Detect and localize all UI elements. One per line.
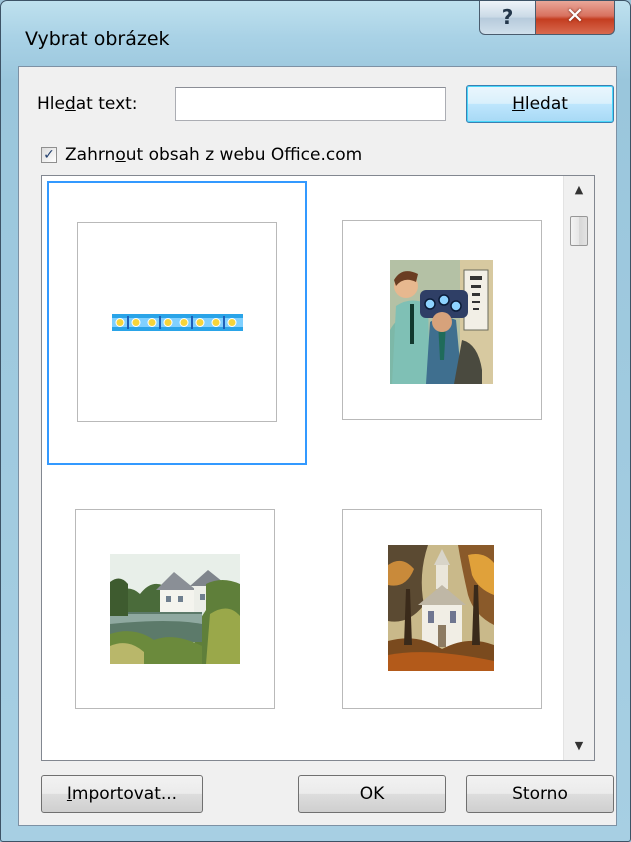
search-label: Hledat text: (37, 94, 138, 114)
gallery-item[interactable] (47, 181, 307, 465)
search-input[interactable] (175, 87, 446, 121)
clipart-gallery: ▲ ▼ (41, 175, 595, 761)
flower-border-clipart-icon (112, 314, 243, 331)
gallery-item[interactable] (47, 470, 307, 754)
import-button[interactable]: Importovat... (41, 775, 203, 813)
gallery-item-frame (75, 509, 275, 709)
scrollbar-thumb[interactable] (570, 216, 588, 246)
lake-house-clipart-icon (110, 554, 240, 664)
eye-exam-clipart-icon (390, 260, 493, 384)
gallery-item[interactable] (313, 181, 573, 465)
include-online-option[interactable]: ✓ Zahrnout obsah z webu Office.com (41, 143, 362, 167)
search-button[interactable]: Hledat (466, 85, 614, 123)
scroll-up-icon[interactable]: ▲ (564, 178, 594, 202)
gallery-item[interactable] (313, 470, 573, 754)
help-button[interactable]: ? (479, 1, 536, 35)
close-button[interactable]: ✕ (535, 1, 615, 35)
search-button-accelerator: H (512, 94, 525, 114)
question-mark-icon: ? (501, 4, 514, 29)
gallery-item-frame (77, 222, 277, 422)
dialog-client-area: Hledat text: Hledat ✓ Zahrnout obsah z w… (18, 66, 617, 826)
dialog-window: Vybrat obrázek ? ✕ Hledat text: Hledat ✓… (0, 0, 631, 842)
import-button-label: mportovat... (71, 784, 178, 804)
search-button-label: ledat (524, 94, 568, 114)
gallery-item-frame (342, 220, 542, 420)
search-label-accelerator: d (64, 94, 76, 114)
church-autumn-clipart-icon (388, 545, 494, 671)
include-online-label: Zahrnout obsah z webu Office.com (65, 145, 363, 165)
scroll-down-icon[interactable]: ▼ (564, 734, 594, 758)
checkmark-icon: ✓ (43, 147, 55, 163)
close-icon: ✕ (565, 4, 585, 29)
gallery-scrollbar[interactable]: ▲ ▼ (563, 176, 594, 760)
gallery-item-frame (342, 509, 542, 709)
include-online-checkbox[interactable]: ✓ (41, 147, 57, 163)
ok-button[interactable]: OK (298, 775, 446, 813)
cancel-button[interactable]: Storno (466, 775, 614, 813)
title-bar[interactable]: Vybrat obrázek ? ✕ (1, 1, 630, 63)
window-title: Vybrat obrázek (25, 28, 170, 50)
